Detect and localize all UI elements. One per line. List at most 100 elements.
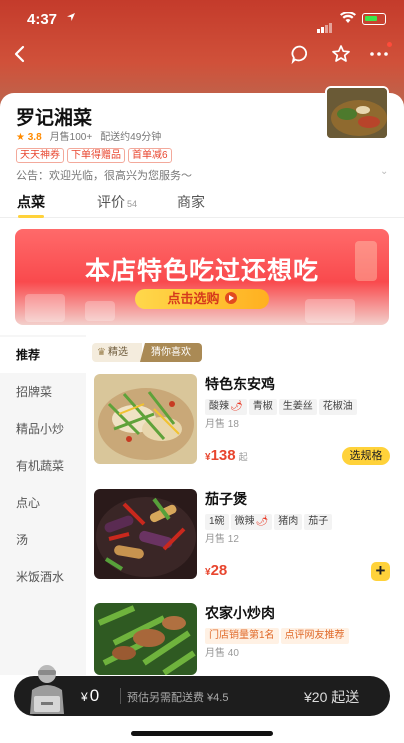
tab-label: 商家 bbox=[177, 194, 205, 210]
chat-bubble-icon[interactable] bbox=[289, 43, 311, 65]
rating-value: 3.8 bbox=[27, 132, 42, 143]
chili-icon: 🌶 bbox=[230, 401, 243, 412]
dish-attr: 酸辣🌶 bbox=[205, 399, 247, 415]
signal-icon bbox=[317, 15, 333, 33]
currency-symbol: ¥ bbox=[81, 690, 88, 704]
shop-photo-image bbox=[327, 88, 387, 138]
cart-bar[interactable]: ¥0 预估另需配送费 ¥4.5 ¥20 起送 bbox=[14, 676, 390, 716]
add-to-cart-button[interactable]: + bbox=[371, 562, 390, 581]
dish-sold: 月售 40 bbox=[205, 648, 239, 659]
attr-text: 微辣 bbox=[234, 516, 255, 527]
pork-stirfry-image bbox=[94, 603, 197, 675]
shop-meta: ★ 3.8 月售100+ 配送约49分钟 bbox=[16, 128, 161, 143]
sidebar-item-stirfry[interactable]: 精品小炒 bbox=[0, 411, 86, 447]
status-time: 4:37 bbox=[27, 11, 58, 28]
banner-shop-button[interactable]: 点击选购 bbox=[135, 289, 269, 309]
price-value: 138 bbox=[210, 447, 236, 464]
dish-rank-tag: 门店销量第1名 bbox=[205, 628, 279, 644]
dish-photo[interactable] bbox=[94, 603, 197, 675]
cart-amount: ¥0 bbox=[81, 686, 99, 706]
play-icon bbox=[224, 292, 237, 304]
dish-attr: 花椒油 bbox=[318, 399, 357, 415]
eggplant-dish-image bbox=[94, 489, 197, 579]
more-options-icon[interactable] bbox=[368, 43, 390, 65]
dish-attr: 猪肉 bbox=[274, 514, 303, 530]
dish-sold: 月售 12 bbox=[205, 534, 239, 545]
tab-count: 54 bbox=[127, 199, 138, 209]
battery-icon bbox=[362, 13, 386, 25]
sidebar-item-rice-drinks[interactable]: 米饭酒水 bbox=[0, 559, 86, 595]
promo-tag[interactable]: 天天神券 bbox=[16, 148, 64, 163]
banner-decoration bbox=[85, 301, 115, 321]
rating: ★ 3.8 bbox=[16, 132, 42, 143]
shop-notice[interactable]: 公告：欢迎光临，很高兴为您服务～ bbox=[16, 167, 192, 183]
top-nav bbox=[0, 40, 404, 70]
divider bbox=[120, 688, 121, 704]
guess-you-like-chip[interactable]: 猜你喜欢 bbox=[140, 343, 202, 362]
back-arrow-icon[interactable] bbox=[10, 43, 32, 65]
tab-label: 点菜 bbox=[17, 194, 45, 210]
shop-name: 罗记湘菜 bbox=[16, 108, 93, 129]
price-suffix: 起 bbox=[238, 452, 248, 462]
dish-name: 茄子煲 bbox=[205, 491, 247, 507]
cart-amount-value: 0 bbox=[89, 686, 100, 705]
dish-item[interactable]: 特色东安鸡 酸辣🌶 青椒 生姜丝 花椒油 月售 18 ¥138 起 选规格 bbox=[92, 374, 404, 474]
dish-name: 特色东安鸡 bbox=[205, 376, 275, 392]
tab-reviews[interactable]: 评价 54 bbox=[97, 192, 137, 212]
promo-banner[interactable]: 本店特色吃过还想吃 点击选购 bbox=[15, 229, 389, 325]
dish-attr: 青椒 bbox=[248, 399, 277, 415]
dish-item[interactable]: 茄子煲 1碗 微辣🌶 猪肉 茄子 月售 12 ¥28 + bbox=[92, 489, 404, 589]
category-sidebar: 推荐 招牌菜 精品小炒 有机蔬菜 点心 汤 米饭酒水 bbox=[0, 335, 86, 675]
wifi-icon bbox=[340, 12, 356, 23]
dish-attributes: 1碗 微辣🌶 猪肉 茄子 bbox=[205, 511, 334, 530]
dish-recommend-tag: 点评网友推荐 bbox=[280, 628, 349, 644]
delivery-time: 配送约49分钟 bbox=[100, 132, 162, 143]
attr-text: 酸辣 bbox=[209, 401, 229, 412]
tab-label: 评价 bbox=[97, 194, 125, 210]
tab-menu[interactable]: 点菜 bbox=[17, 192, 45, 212]
featured-label: 精选 bbox=[107, 347, 128, 358]
favorite-star-icon[interactable] bbox=[330, 43, 352, 65]
chili-icon: 🌶 bbox=[255, 516, 269, 527]
promo-tag[interactable]: 首单减6 bbox=[128, 148, 172, 163]
dish-attr: 茄子 bbox=[304, 514, 333, 530]
shop-thumbnail[interactable] bbox=[325, 86, 389, 140]
select-spec-button[interactable]: 选规格 bbox=[342, 447, 390, 465]
sidebar-item-recommended[interactable]: 推荐 bbox=[0, 337, 86, 373]
banner-button-label: 点击选购 bbox=[167, 291, 220, 306]
dish-price: ¥138 起 bbox=[205, 447, 248, 464]
tab-merchant[interactable]: 商家 bbox=[177, 192, 205, 212]
chevron-down-icon[interactable]: ⌄ bbox=[380, 166, 388, 177]
sidebar-item-signature[interactable]: 招牌菜 bbox=[0, 374, 86, 410]
sidebar-item-soup[interactable]: 汤 bbox=[0, 522, 86, 558]
dish-attr: 生姜丝 bbox=[278, 399, 317, 415]
dish-attr: 1碗 bbox=[205, 514, 229, 530]
promo-tags: 天天神券 下单得赠品 首单减6 bbox=[16, 145, 175, 163]
banner-decoration bbox=[305, 299, 355, 323]
dish-sold: 月售 18 bbox=[205, 419, 239, 430]
location-arrow-icon bbox=[67, 13, 75, 21]
dish-attr: 微辣🌶 bbox=[230, 514, 273, 530]
dish-photo[interactable] bbox=[94, 489, 197, 579]
delivery-rider-icon[interactable] bbox=[24, 662, 70, 718]
sidebar-item-snacks[interactable]: 点心 bbox=[0, 485, 86, 521]
banner-title: 本店特色吃过还想吃 bbox=[84, 257, 319, 285]
dish-photo[interactable] bbox=[94, 374, 197, 464]
dish-name: 农家小炒肉 bbox=[205, 605, 275, 621]
crown-icon: ♛ bbox=[97, 347, 106, 358]
chicken-dish-image bbox=[94, 374, 197, 464]
tab-underline bbox=[18, 215, 44, 218]
sidebar-item-vegetables[interactable]: 有机蔬菜 bbox=[0, 448, 86, 484]
banner-decoration bbox=[25, 294, 65, 322]
tab-bar: 点菜 评价 54 商家 bbox=[0, 192, 404, 218]
monthly-sales: 月售100+ bbox=[49, 132, 93, 143]
delivery-fee-note: 预估另需配送费 ¥4.5 bbox=[127, 692, 229, 704]
price-value: 28 bbox=[210, 562, 228, 579]
min-order-label[interactable]: ¥20 起送 bbox=[304, 687, 359, 707]
home-indicator bbox=[131, 731, 273, 736]
status-bar: 4:37 bbox=[0, 0, 404, 40]
dish-attributes: 门店销量第1名 点评网友推荐 bbox=[205, 625, 351, 644]
featured-chip[interactable]: ♛ 精选 bbox=[92, 343, 142, 362]
promo-tag[interactable]: 下单得赠品 bbox=[67, 148, 125, 163]
notification-dot bbox=[387, 42, 392, 47]
